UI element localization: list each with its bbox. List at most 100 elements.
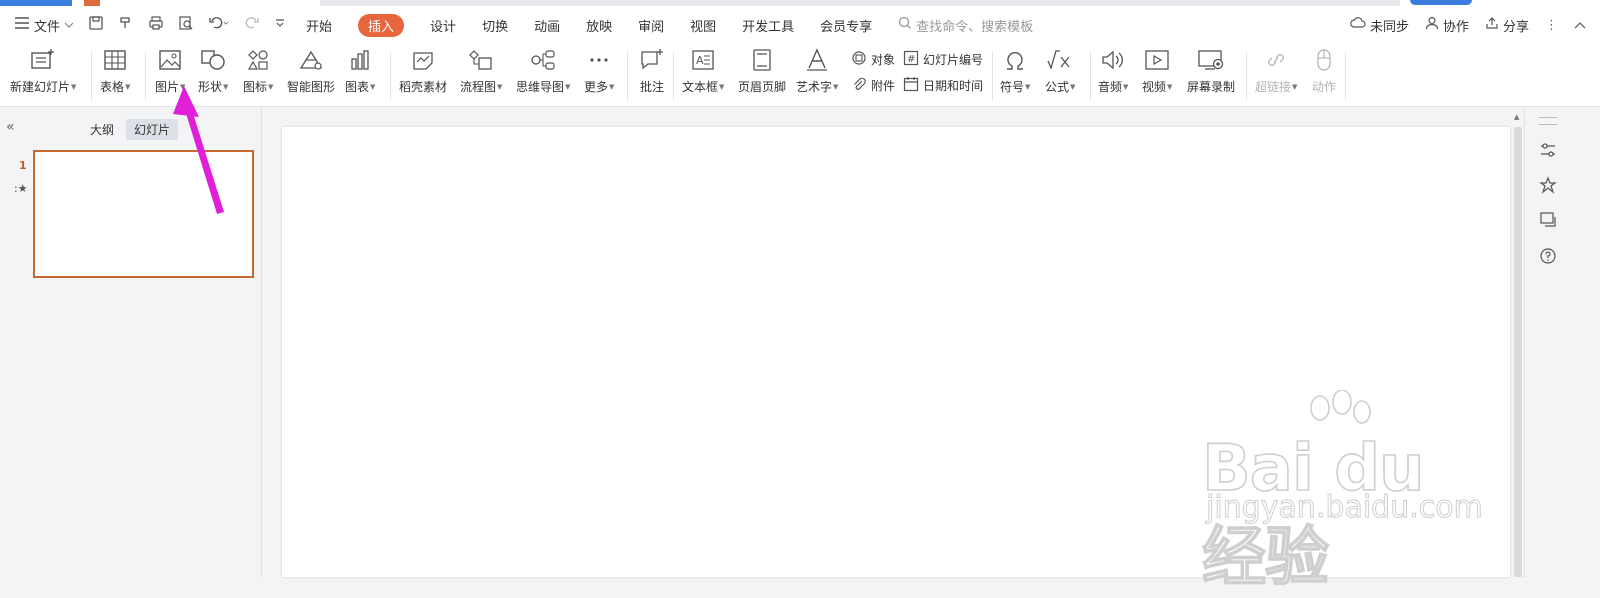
svg-text:#: #: [907, 54, 915, 65]
audio-label: 音频: [1098, 80, 1123, 94]
formula-label: 公式: [1045, 80, 1070, 94]
slide-thumbnail[interactable]: [33, 150, 254, 278]
tab-insert[interactable]: 插入: [358, 13, 405, 37]
tab-design[interactable]: 设计: [430, 16, 456, 35]
share-button[interactable]: 分享: [1485, 16, 1529, 35]
more-options-icon[interactable]: ⋮: [1545, 18, 1558, 33]
redo-icon[interactable]: [244, 15, 260, 35]
more-dots-icon: [585, 46, 613, 74]
command-search[interactable]: 查找命令、搜索模板: [898, 16, 1033, 35]
header-footer-button[interactable]: 页眉页脚: [738, 46, 786, 95]
comment-icon: [638, 46, 666, 74]
customize-toolbar-icon[interactable]: [274, 17, 286, 33]
comment-button[interactable]: 批注: [638, 46, 666, 95]
new-slide-label: 新建幻灯片: [10, 80, 71, 94]
ribbon-tabs: 开始 插入 设计 切换 动画 放映 审阅 视图 开发工具 会员专享: [306, 13, 872, 37]
vertical-scrollbar[interactable]: ▲: [1512, 107, 1524, 577]
tab-transitions[interactable]: 切换: [482, 16, 508, 35]
backup-icon[interactable]: [1537, 209, 1559, 231]
action-label: 动作: [1311, 80, 1336, 94]
file-menu-button[interactable]: 文件: [14, 16, 74, 35]
object-icon: [851, 50, 867, 69]
tab-member[interactable]: 会员专享: [820, 16, 872, 35]
mouse-icon: [1310, 46, 1338, 74]
ribbon-separator: [91, 52, 92, 100]
picture-button[interactable]: 图片 ▼: [155, 46, 185, 95]
datetime-button[interactable]: 日期和时间: [903, 76, 983, 95]
scroll-up-icon[interactable]: ▲: [1514, 113, 1519, 121]
drag-handle-icon[interactable]: [1539, 117, 1557, 125]
flowchart-button[interactable]: 流程图 ▼: [460, 46, 502, 95]
mindmap-button[interactable]: 思维导图 ▼: [516, 46, 570, 95]
tab-outline[interactable]: 大纲: [82, 119, 122, 140]
formula-icon: [1046, 46, 1074, 74]
tab-slides[interactable]: 幻灯片: [126, 119, 179, 140]
slide-number: 1: [19, 159, 27, 172]
shape-button[interactable]: 形状 ▼: [198, 46, 228, 95]
settings-sliders-icon[interactable]: [1537, 139, 1559, 161]
mindmap-icon: [529, 46, 557, 74]
collapse-ribbon-icon[interactable]: [1574, 18, 1586, 33]
undo-icon[interactable]: [208, 15, 230, 35]
format-painter-icon[interactable]: [118, 15, 134, 35]
chart-label: 图表: [345, 80, 370, 94]
attachment-button[interactable]: 附件: [851, 76, 895, 95]
new-slide-button[interactable]: 新建幻灯片 ▼: [10, 46, 76, 95]
more-button[interactable]: 更多 ▼: [584, 46, 614, 95]
tab-developer[interactable]: 开发工具: [742, 16, 794, 35]
wordart-label: 艺术字: [796, 80, 833, 94]
collapse-pane-icon[interactable]: «: [6, 119, 15, 135]
docer-assets-button[interactable]: 稻壳素材: [399, 46, 447, 95]
collab-button[interactable]: 协作: [1425, 16, 1469, 35]
chart-icon: [346, 46, 374, 74]
object-button[interactable]: 对象: [851, 50, 895, 69]
slide-number-button[interactable]: # 幻灯片编号: [903, 50, 983, 69]
tab-view[interactable]: 视图: [690, 16, 716, 35]
picture-label: 图片: [155, 80, 180, 94]
dropdown-caret-icon: ▼: [565, 82, 571, 91]
print-preview-icon[interactable]: [178, 15, 194, 35]
right-task-pane: [1524, 107, 1600, 577]
table-button[interactable]: 表格 ▼: [100, 46, 130, 95]
tab-slideshow[interactable]: 放映: [586, 16, 612, 35]
ribbon-separator: [627, 52, 628, 100]
icon-library-button[interactable]: 图标 ▼: [243, 46, 273, 95]
account-pill[interactable]: [1410, 0, 1472, 5]
mindmap-label: 思维导图: [516, 80, 565, 94]
save-icon[interactable]: [88, 15, 104, 35]
hyperlink-button[interactable]: 超链接 ▼: [1255, 46, 1297, 95]
wordart-button[interactable]: 艺术字 ▼: [796, 46, 838, 95]
chart-button[interactable]: 图表 ▼: [345, 46, 375, 95]
video-button[interactable]: 视频 ▼: [1142, 46, 1172, 95]
collab-label: 协作: [1442, 19, 1469, 35]
symbol-button[interactable]: 符号 ▼: [1000, 46, 1030, 95]
audio-button[interactable]: 音频 ▼: [1098, 46, 1128, 95]
docer-assets-label: 稻壳素材: [399, 80, 448, 94]
tab-review[interactable]: 审阅: [638, 16, 664, 35]
sync-button[interactable]: 未同步: [1350, 16, 1409, 35]
textbox-button[interactable]: A 文本框 ▼: [682, 46, 724, 95]
animation-star-icon: :★: [14, 182, 28, 195]
help-icon[interactable]: [1537, 245, 1559, 267]
smartart-button[interactable]: 智能图形: [287, 46, 335, 95]
paperclip-icon: [851, 76, 867, 95]
dropdown-caret-icon: ▼: [180, 82, 186, 91]
dropdown-caret-icon: ▼: [719, 82, 725, 91]
ribbon-separator: [1246, 52, 1247, 100]
menu-left: 文件 开始 插入 设计 切换 动画 放映 审阅 视图 开发工具 会员专享 查找命…: [0, 13, 1033, 37]
attachment-label: 附件: [871, 79, 896, 93]
dropdown-caret-icon: ▼: [71, 82, 77, 91]
print-icon[interactable]: [148, 15, 164, 35]
formula-button[interactable]: 公式 ▼: [1045, 46, 1075, 95]
ribbon-separator: [992, 52, 993, 100]
more-label: 更多: [584, 80, 609, 94]
slide-number-label: 幻灯片编号: [923, 53, 984, 67]
tab-animation[interactable]: 动画: [534, 16, 560, 35]
screen-record-button[interactable]: 屏幕录制: [1187, 46, 1235, 95]
action-button[interactable]: 动作: [1310, 46, 1338, 95]
slide-canvas[interactable]: [282, 127, 1510, 577]
star-pin-icon[interactable]: [1537, 174, 1559, 196]
tab-home[interactable]: 开始: [306, 16, 332, 35]
link-icon: [1262, 46, 1290, 74]
scrollbar-thumb[interactable]: [1514, 127, 1522, 577]
